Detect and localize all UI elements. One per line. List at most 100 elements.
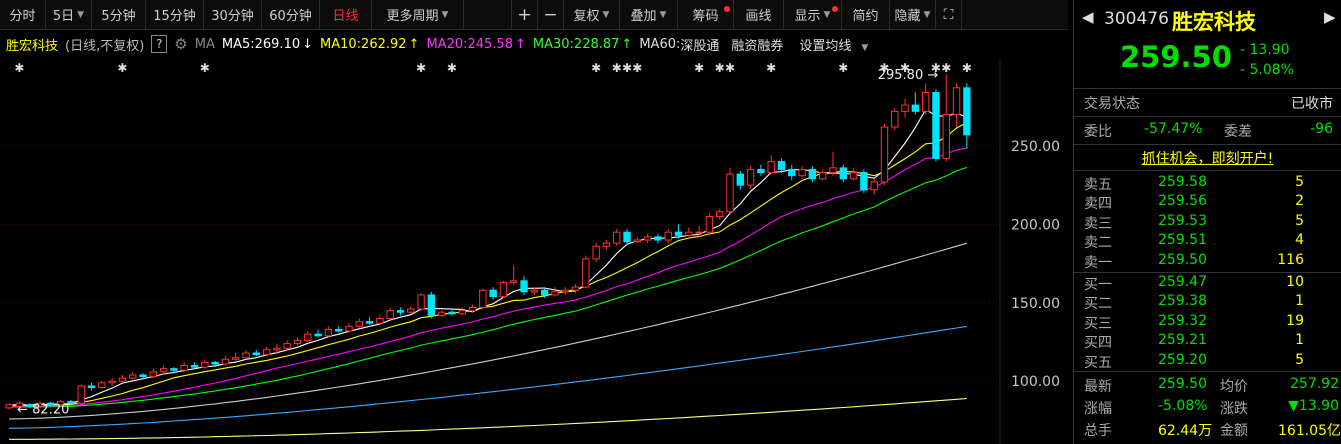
event-marker-icon[interactable]: ✱ — [591, 61, 601, 75]
candle[interactable] — [129, 371, 137, 380]
candle[interactable] — [592, 243, 600, 262]
candle[interactable] — [602, 240, 611, 250]
candle[interactable] — [623, 229, 631, 245]
candle[interactable] — [499, 280, 508, 299]
candle[interactable] — [77, 384, 85, 405]
event-marker-icon[interactable]: ✱ — [200, 61, 210, 75]
candle[interactable] — [232, 352, 240, 361]
event-marker-icon[interactable]: ✱ — [725, 61, 735, 75]
open-account-link[interactable]: 抓住机会，即刻开户! — [1074, 148, 1341, 168]
candle[interactable] — [252, 349, 260, 357]
candle[interactable] — [427, 291, 436, 319]
candle[interactable] — [757, 164, 765, 176]
candle[interactable] — [551, 287, 559, 297]
tab-daily[interactable]: 日线 — [320, 0, 372, 29]
overlay-button[interactable]: 叠加 ▼ — [620, 0, 678, 29]
candle[interactable] — [98, 381, 106, 390]
candle[interactable] — [468, 304, 477, 313]
candle[interactable] — [695, 225, 703, 237]
candle[interactable] — [5, 403, 13, 410]
candle[interactable] — [417, 293, 425, 311]
event-marker-icon[interactable]: ✱ — [447, 61, 457, 75]
event-marker-icon[interactable]: ✱ — [694, 61, 704, 75]
candle[interactable] — [932, 89, 940, 162]
candle[interactable] — [705, 213, 714, 236]
candle[interactable] — [304, 331, 312, 343]
candle[interactable] — [736, 170, 744, 190]
candle[interactable] — [437, 310, 446, 317]
event-marker-icon[interactable]: ✱ — [715, 61, 725, 75]
candle[interactable] — [798, 166, 806, 179]
tab-60min[interactable]: 60分钟 — [262, 0, 320, 29]
event-marker-icon[interactable]: ✱ — [766, 61, 776, 75]
candle[interactable] — [201, 359, 209, 369]
prev-stock-icon[interactable]: ◀ — [1082, 8, 1094, 26]
candle[interactable] — [324, 326, 333, 338]
candle[interactable] — [108, 378, 116, 386]
candle[interactable] — [479, 288, 487, 310]
candle[interactable] — [654, 233, 662, 244]
candle[interactable] — [376, 315, 384, 325]
tab-intraday[interactable]: 分时 — [0, 0, 46, 29]
kline-chart[interactable]: 250.00200.00150.00100.00✱ ✱ ✱ ✱ ✱ ✱ ✱ ✱ ✱ ✱ ✱ ✱ ✱ ✱ ✱ ✱… — [0, 58, 1068, 444]
next-stock-icon[interactable]: ▶ — [1324, 8, 1336, 26]
candle[interactable] — [334, 326, 343, 333]
order-book-row[interactable]: 卖二 259.51 4 — [1074, 232, 1341, 251]
candle[interactable] — [293, 337, 302, 346]
candle[interactable] — [726, 167, 734, 215]
order-book-row[interactable]: 买四 259.21 1 — [1074, 332, 1341, 351]
draw-line-button[interactable]: 画线 — [734, 0, 784, 29]
fullscreen-icon[interactable]: ⛶ — [936, 0, 962, 29]
candle[interactable] — [849, 167, 858, 181]
candle[interactable] — [911, 92, 920, 115]
candle[interactable] — [901, 98, 909, 118]
order-book-row[interactable]: 买三 259.32 19 — [1074, 313, 1341, 332]
tab-more-periods[interactable]: 更多周期 ▼ — [372, 0, 464, 29]
candle[interactable] — [582, 255, 590, 289]
order-book-row[interactable]: 买一 259.47 10 — [1074, 274, 1341, 293]
candle[interactable] — [118, 374, 127, 383]
candle[interactable] — [87, 382, 96, 391]
order-book-row[interactable]: 卖五 259.58 5 — [1074, 174, 1341, 193]
candle[interactable] — [942, 74, 950, 162]
candle[interactable] — [685, 227, 693, 237]
candle[interactable] — [283, 340, 291, 350]
chips-button[interactable]: 筹码 — [678, 0, 734, 29]
tab-5day[interactable]: 5日 ▼ — [46, 0, 92, 29]
deep-link-label[interactable]: 深股通 — [680, 35, 719, 54]
event-marker-icon[interactable]: ✱ — [622, 61, 632, 75]
event-marker-icon[interactable]: ✱ — [117, 61, 127, 75]
candle[interactable] — [870, 178, 878, 195]
candle[interactable] — [818, 169, 827, 181]
candle[interactable] — [262, 346, 271, 357]
order-book-row[interactable]: 卖一 259.50 116 — [1074, 252, 1341, 271]
candle[interactable] — [633, 236, 642, 244]
event-marker-icon[interactable]: ✱ — [632, 61, 642, 75]
display-button[interactable]: 显示 ▼ — [784, 0, 842, 29]
candle[interactable] — [561, 287, 569, 295]
candle[interactable] — [314, 329, 322, 338]
order-book-row[interactable]: 买二 259.38 1 — [1074, 293, 1341, 312]
set-ma-button[interactable]: 设置均线 ▼ — [799, 35, 875, 54]
event-marker-icon[interactable]: ✱ — [14, 61, 24, 75]
candle[interactable] — [808, 166, 817, 182]
event-marker-icon[interactable]: ✱ — [612, 61, 622, 75]
candle[interactable] — [355, 318, 363, 328]
event-marker-icon[interactable]: ✱ — [962, 61, 972, 75]
order-book-row[interactable]: 卖三 259.53 5 — [1074, 213, 1341, 232]
candle[interactable] — [571, 283, 580, 294]
zoom-in-button[interactable]: + — [512, 0, 538, 29]
candle[interactable] — [963, 83, 971, 150]
candle[interactable] — [458, 307, 466, 316]
order-book-row[interactable]: 买五 259.20 5 — [1074, 352, 1341, 371]
candle[interactable] — [891, 108, 899, 131]
hide-button[interactable]: 隐藏 ▼ — [890, 0, 936, 29]
candle[interactable] — [448, 309, 456, 316]
candle[interactable] — [746, 166, 755, 189]
candle[interactable] — [788, 164, 796, 181]
event-marker-icon[interactable]: ✱ — [941, 61, 951, 75]
candle[interactable] — [880, 123, 889, 186]
candle[interactable] — [643, 233, 652, 244]
order-book-row[interactable]: 卖四 259.56 2 — [1074, 193, 1341, 212]
candle[interactable] — [221, 356, 230, 366]
